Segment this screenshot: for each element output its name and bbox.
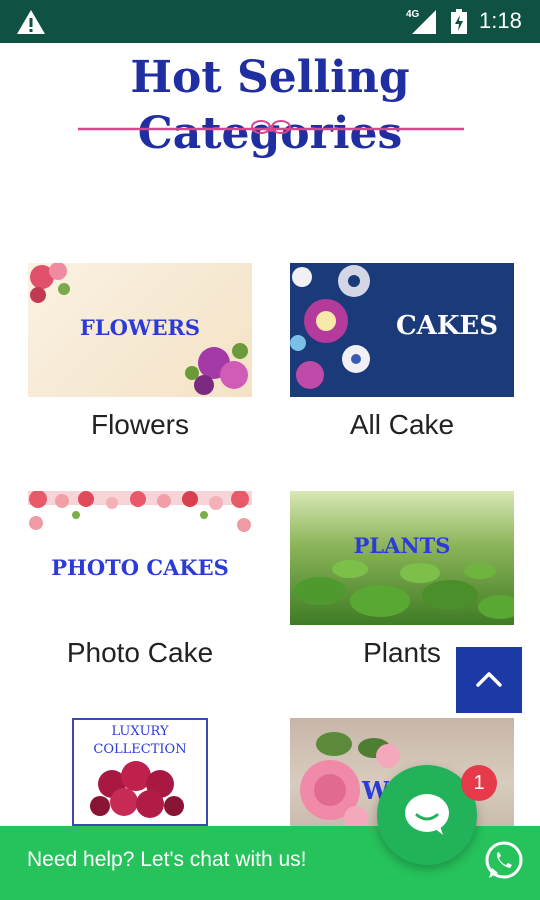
category-label[interactable]: Flowers: [28, 409, 252, 441]
category-image[interactable]: LUXURY COLLECTION: [28, 718, 252, 826]
category-flowers[interactable]: FLOWERS Flowers: [28, 263, 252, 441]
title-line-1: Hot Selling: [130, 52, 410, 103]
whatsapp-icon[interactable]: [483, 840, 525, 882]
category-all-cake[interactable]: CAKES All Cake: [290, 263, 514, 441]
category-plants[interactable]: PLANTS Plants: [290, 491, 514, 669]
battery-icon: [451, 9, 467, 34]
chat-help-text[interactable]: Need help? Let's chat with us!: [27, 848, 307, 872]
notification-badge: 1: [461, 765, 497, 801]
category-image[interactable]: FLOWERS: [28, 263, 252, 397]
image-caption: PLANTS: [353, 533, 451, 558]
chevron-up-icon: [476, 672, 502, 687]
category-label[interactable]: All Cake: [290, 409, 514, 441]
image-caption: CAKES: [395, 311, 499, 341]
category-image[interactable]: CAKES: [290, 263, 514, 397]
image-caption: PHOTO CAKES: [51, 555, 229, 580]
category-image[interactable]: PLANTS: [290, 491, 514, 625]
category-photo-cake[interactable]: PHOTO CAKES Photo Cake: [28, 491, 252, 669]
signal-icon: [412, 10, 436, 34]
page-title: Hot Selling Categories: [0, 50, 540, 162]
rose-bouquet-icon: [90, 761, 184, 818]
category-image[interactable]: PHOTO CAKES: [28, 491, 252, 625]
warning-icon: [17, 10, 45, 34]
plant-decoration-icon: [294, 560, 514, 619]
image-caption: FLOWERS: [79, 315, 201, 340]
category-label[interactable]: Photo Cake: [28, 637, 252, 669]
category-luxury-collection[interactable]: LUXURY COLLECTION: [28, 718, 252, 826]
chat-icon: [405, 794, 449, 835]
scroll-to-top-button[interactable]: [456, 647, 522, 713]
title-ornament: [78, 120, 464, 134]
status-bar: 4G 1:18: [0, 0, 540, 43]
clock: 1:18: [479, 8, 522, 33]
